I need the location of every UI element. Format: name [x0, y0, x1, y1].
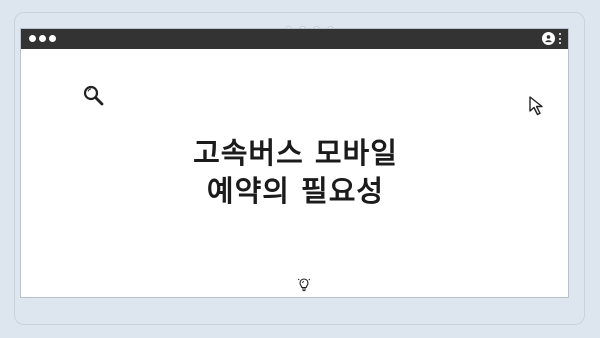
search-icon[interactable] [82, 84, 106, 106]
page-headline: 고속버스 모바일 예약의 필요성 [141, 134, 450, 210]
window-control-dot[interactable] [39, 35, 46, 42]
window-controls [29, 35, 56, 42]
kebab-menu-icon[interactable] [559, 33, 562, 44]
browser-window: 고속버스 모바일 예약의 필요성 [20, 28, 569, 298]
headline-line-1: 고속버스 모바일 [193, 136, 398, 170]
window-control-dot[interactable] [49, 35, 56, 42]
lightbulb-icon [297, 278, 311, 292]
profile-glyph-icon [545, 35, 552, 43]
profile-icon[interactable] [542, 32, 555, 45]
window-titlebar [21, 29, 568, 49]
cursor-icon [529, 96, 543, 116]
titlebar-actions [542, 32, 562, 45]
window-control-dot[interactable] [29, 35, 36, 42]
headline-line-2: 예약의 필요성 [206, 174, 385, 208]
